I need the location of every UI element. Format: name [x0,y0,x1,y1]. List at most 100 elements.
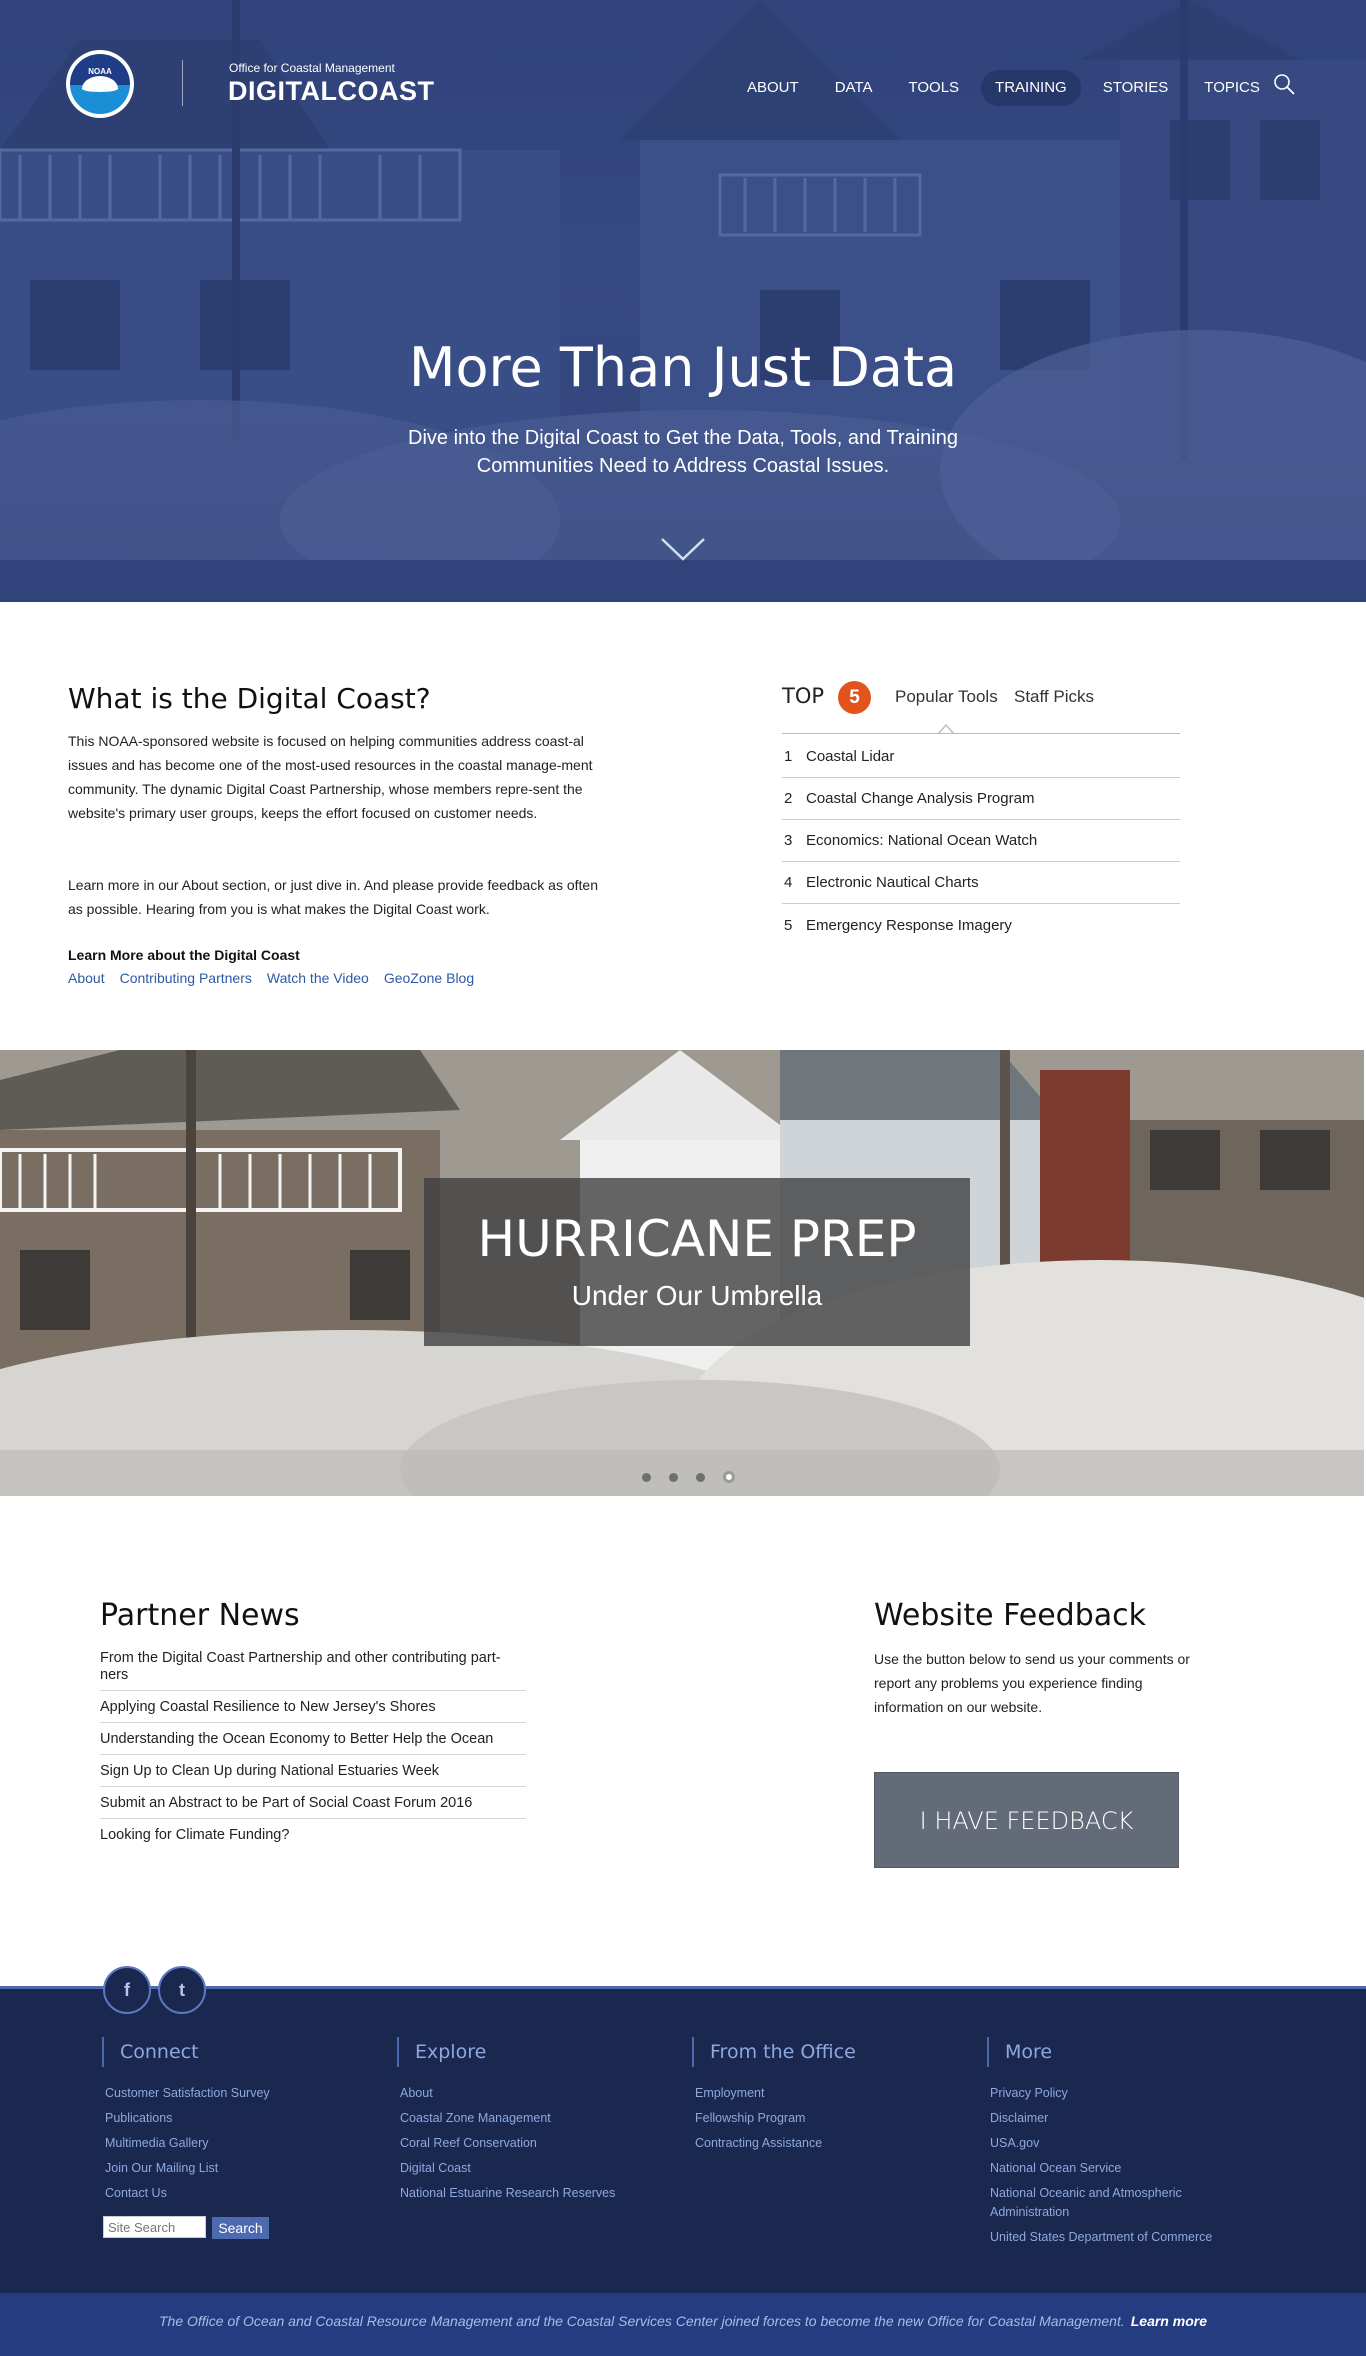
footer-link[interactable]: Coral Reef Conservation [400,2131,657,2156]
learn-more-heading: Learn More about the Digital Coast [68,947,300,963]
nav-data[interactable]: DATA [821,70,887,106]
item-number: 5 [784,916,793,934]
footer-link[interactable]: Fellowship Program [695,2106,952,2131]
hero-section: NOAA Office for Coastal Management DIGIT… [0,0,1366,602]
footer-link[interactable]: Join Our Mailing List [105,2156,362,2181]
chevron-down-icon[interactable] [660,536,706,562]
footer-link[interactable]: Privacy Policy [990,2081,1247,2106]
footer-link[interactable]: USA.gov [990,2131,1247,2156]
footer-heading-office: From the Office [692,2037,952,2067]
top-count-badge: 5 [838,681,871,714]
item-number: 2 [784,790,793,807]
nav-about[interactable]: ABOUT [733,70,813,106]
noaa-emblem-icon: NOAA [70,54,130,114]
feedback-text: Use the button below to send us your com… [874,1651,1190,1715]
list-item[interactable]: Understanding the Ocean Economy to Bette… [100,1729,526,1755]
carousel-dot-2[interactable] [669,1472,678,1482]
carousel-dot-1[interactable] [642,1472,651,1482]
footer-link[interactable]: National Estuarine Research Reserves [400,2181,657,2206]
link-contributing-partners[interactable]: Contributing Partners [120,970,252,986]
footer-link[interactable]: Coastal Zone Management [400,2106,657,2131]
announcement-learn-more-link[interactable]: Learn more [1131,2313,1207,2329]
list-item[interactable]: 4 Electronic Nautical Charts [782,862,1180,904]
footer-search-input[interactable] [103,2216,206,2238]
tab-staff-picks[interactable]: Staff Picks [1014,687,1094,707]
list-item[interactable]: 1 Coastal Lidar [782,736,1180,778]
list-item[interactable]: From the Digital Coast Partnership and o… [100,1648,526,1691]
footer-col-more: More Privacy Policy Disclaimer USA.gov N… [987,2037,1247,2250]
item-number: 4 [784,874,793,891]
feedback-button[interactable]: I HAVE FEEDBACK [874,1772,1179,1868]
list-item[interactable]: Applying Coastal Resilience to New Jerse… [100,1697,526,1723]
list-item[interactable]: 2 Coastal Change Analysis Program [782,778,1180,820]
item-label: Coastal Change Analysis Program [806,790,1035,807]
footer-heading-explore: Explore [397,2037,657,2067]
footer-link[interactable]: National Ocean Service [990,2156,1247,2181]
list-item[interactable]: Looking for Climate Funding? [100,1825,526,1850]
footer-link[interactable]: United States Department of Commerce [990,2225,1247,2250]
partner-news-title: Partner News [100,1598,300,1633]
office-announcement-bar: The Office of Ocean and Coastal Resource… [0,2293,1366,2356]
nav-tools[interactable]: TOOLS [894,70,973,106]
announcement-text: The Office of Ocean and Coastal Resource… [159,2313,1125,2329]
nav-stories[interactable]: STORIES [1089,70,1183,106]
item-label: Electronic Nautical Charts [806,874,979,891]
list-item[interactable]: Sign Up to Clean Up during National Estu… [100,1761,526,1787]
footer-heading-more: More [987,2037,1247,2067]
carousel-dots [642,1471,735,1483]
carousel-dot-3[interactable] [696,1472,705,1482]
tab-divider [782,733,1180,734]
site-brand-link[interactable]: DIGITALCOAST [228,76,434,107]
nav-training[interactable]: TRAINING [981,70,1081,106]
office-name: Office for Coastal Management [229,61,395,75]
footer-link[interactable]: Digital Coast [400,2156,657,2181]
noaa-logo[interactable]: NOAA [66,50,134,118]
facebook-icon[interactable]: f [103,1966,151,2014]
main-nav: ABOUT DATA TOOLS TRAINING STORIES TOPICS [733,70,1274,106]
footer-heading-connect: Connect [102,2037,362,2067]
top-list: 1 Coastal Lidar 2 Coastal Change Analysis … [782,736,1180,946]
active-tab-caret-fill [940,726,952,733]
about-title: What is the Digital Coast? [68,682,431,715]
noaa-logo-text: NOAA [88,67,112,76]
link-about[interactable]: About [68,970,105,986]
item-label: Emergency Response Imagery [806,916,1012,934]
item-label: Economics: National Ocean Watch [806,832,1038,849]
learn-more-links: About Contributing Partners Watch the Vi… [68,970,474,986]
search-icon[interactable] [1272,72,1296,96]
about-paragraph-1: This NOAA-sponsored website is focused o… [68,733,593,821]
carousel-dot-4[interactable] [723,1471,735,1483]
footer-link[interactable]: Employment [695,2081,952,2106]
footer-search-button[interactable]: Search [212,2217,269,2239]
footer-link[interactable]: National Oceanic and Atmospheric Adminis… [990,2181,1247,2225]
feedback-title: Website Feedback [874,1598,1146,1633]
footer-link[interactable]: Contact Us [105,2181,362,2206]
list-item[interactable]: 5 Emergency Response Imagery [782,904,1180,946]
footer-col-connect: Connect Customer Satisfaction Survey Pub… [102,2037,362,2206]
footer-link[interactable]: Contracting Assistance [695,2131,952,2156]
noaa-bird-icon [82,76,118,92]
tab-popular-tools[interactable]: Popular Tools [895,687,998,707]
link-geozone-blog[interactable]: GeoZone Blog [384,970,474,986]
footer-col-office: From the Office Employment Fellowship Pr… [692,2037,952,2156]
list-item[interactable]: Submit an Abstract to be Part of Social … [100,1793,526,1819]
footer-link[interactable]: Customer Satisfaction Survey [105,2081,362,2106]
footer-col-explore: Explore About Coastal Zone Management Co… [397,2037,657,2206]
item-number: 3 [784,832,793,849]
about-paragraph-2: Learn more in our About section, or just… [68,877,598,917]
carousel-subtitle: Under Our Umbrella [571,1280,823,1311]
list-item[interactable]: 3 Economics: National Ocean Watch [782,820,1180,862]
hero-subtitle: Dive into the Digital Coast to Get the D… [408,427,958,477]
footer-link[interactable]: Multimedia Gallery [105,2131,362,2156]
footer-link[interactable]: Disclaimer [990,2106,1247,2131]
item-label: Coastal Lidar [806,748,895,765]
nav-topics[interactable]: TOPICS [1190,70,1274,106]
footer-link[interactable]: About [400,2081,657,2106]
link-watch-video[interactable]: Watch the Video [267,970,369,986]
top-label: TOP [782,684,825,708]
item-number: 1 [784,748,793,765]
twitter-icon[interactable]: t [158,1966,206,2014]
footer-link[interactable]: Publications [105,2106,362,2131]
carousel-title[interactable]: HURRICANE PREP [424,1210,970,1268]
logo-divider [182,60,183,106]
